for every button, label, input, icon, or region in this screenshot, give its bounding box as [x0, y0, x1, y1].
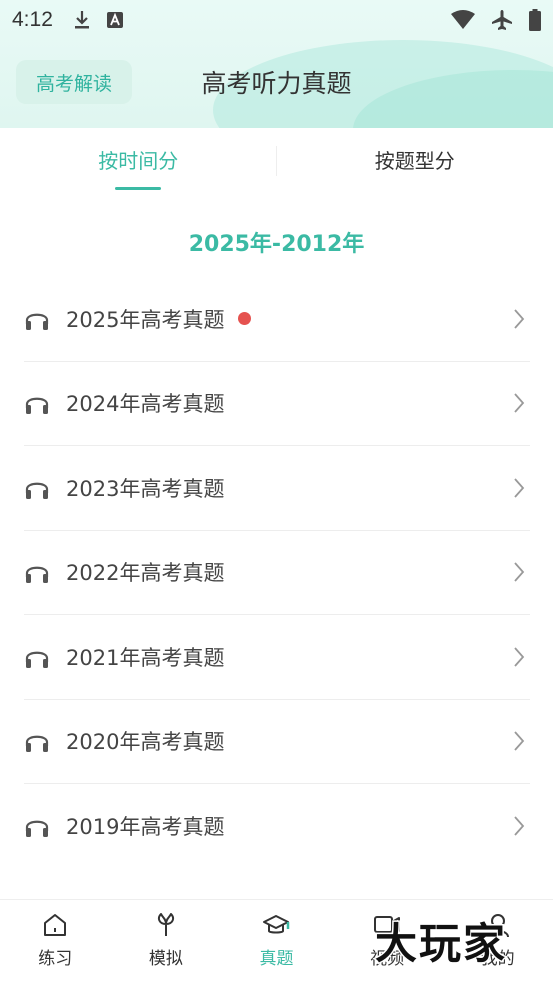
headphones-icon [25, 735, 49, 753]
new-badge-dot [238, 312, 252, 326]
paper-title: 2021年高考真题 [66, 645, 225, 670]
tab-divider [276, 146, 277, 176]
battery-icon [529, 9, 541, 31]
paper-title: 2020年高考真题 [66, 730, 225, 755]
chevron-right-icon [514, 478, 525, 498]
nav-mock[interactable]: 模拟 [111, 900, 222, 984]
headphones-icon [25, 651, 49, 668]
paper-list: 2025年高考真题 2024年高考真题 2023年高考真题 2022年高考真题 2021… [24, 277, 530, 869]
paper-list-item[interactable]: 2020年高考真题 [24, 700, 530, 784]
paper-title: 2023年高考真题 [66, 476, 225, 501]
watermark-logo: 大玩家 [373, 918, 508, 970]
page-title: 高考听力真题 [201, 69, 352, 98]
chevron-right-icon [514, 393, 525, 413]
paper-list-item[interactable]: 2025年高考真题 [24, 277, 530, 362]
nav-real-exam-label: 真题 [259, 949, 294, 969]
paper-title: 2022年高考真题 [66, 561, 225, 586]
section-heading: 2025年-2012年 [188, 232, 365, 257]
headphones-icon [25, 820, 49, 838]
leaf-icon [157, 913, 174, 936]
paper-list-item[interactable]: 2021年高考真题 [24, 615, 530, 700]
airplane-icon [492, 10, 512, 30]
status-time: 4:12 [12, 8, 53, 31]
status-bar: 4:12 [0, 0, 553, 40]
wifi-icon [451, 10, 475, 29]
home-icon [44, 914, 67, 936]
chevron-right-icon [514, 562, 525, 582]
headphones-icon [25, 397, 49, 415]
nav-practice-label: 练习 [38, 949, 73, 969]
chevron-right-icon [514, 309, 525, 329]
nav-real-exam[interactable]: 真题 [221, 900, 332, 984]
download-icon [74, 11, 89, 29]
paper-list-item[interactable]: 2022年高考真题 [24, 531, 530, 615]
chevron-right-icon [514, 816, 525, 836]
paper-list-item[interactable]: 2023年高考真题 [24, 446, 530, 531]
chevron-right-icon [514, 731, 525, 751]
headphones-icon [25, 313, 49, 330]
chevron-right-icon [514, 647, 525, 667]
headphones-icon [25, 482, 49, 499]
tab-by-time[interactable]: 按时间分 [0, 128, 277, 190]
tab-by-type[interactable]: 按题型分 [277, 128, 553, 190]
top-bar: 高考解读 高考听力真题 [0, 60, 553, 106]
font-app-icon [106, 12, 123, 28]
nav-mock-label: 模拟 [148, 949, 183, 969]
headphones-icon [25, 566, 49, 584]
nav-practice[interactable]: 练习 [0, 900, 111, 984]
graduation-cap-icon [263, 915, 290, 934]
paper-title: 2024年高考真题 [66, 392, 225, 417]
paper-list-item[interactable]: 2019年高考真题 [24, 784, 530, 869]
paper-title: 2019年高考真题 [66, 815, 225, 840]
paper-list-item[interactable]: 2024年高考真题 [24, 362, 530, 446]
paper-title: 2025年高考真题 [66, 307, 225, 332]
